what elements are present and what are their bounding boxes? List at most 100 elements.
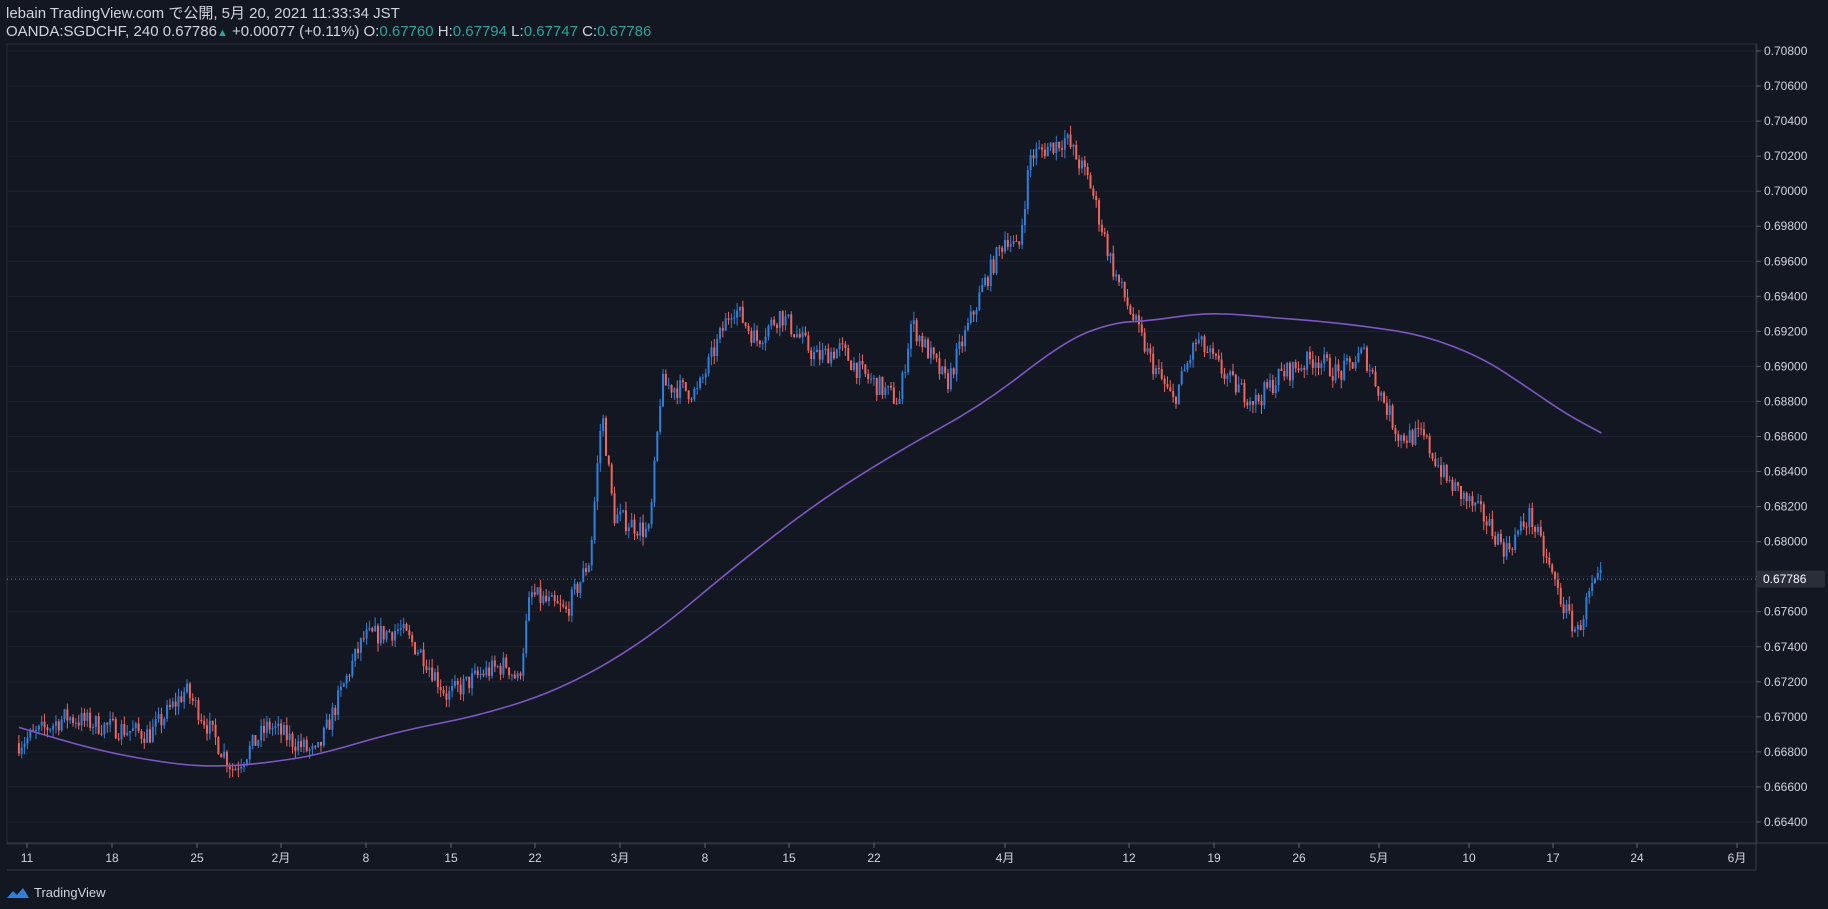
candle-body xyxy=(736,310,739,318)
candle-body xyxy=(1009,243,1012,247)
candle-body xyxy=(1294,362,1297,369)
candle-body xyxy=(1383,392,1386,403)
candle-body xyxy=(1545,556,1548,558)
candle-body xyxy=(1220,359,1223,374)
footer-brand[interactable]: TradingView xyxy=(6,885,106,900)
candle-body xyxy=(1240,383,1243,385)
candle-body xyxy=(1288,363,1291,381)
candle-body xyxy=(1588,590,1591,598)
symbol-label[interactable]: OANDA:SGDCHF, 240 xyxy=(6,23,159,40)
candle-body xyxy=(408,630,411,636)
candle-body xyxy=(140,730,143,739)
candle-body xyxy=(1237,384,1240,393)
candle-body xyxy=(177,696,180,707)
candle-body xyxy=(1402,435,1405,441)
candle-body xyxy=(1157,367,1160,370)
candle-body xyxy=(949,368,952,390)
candle-body xyxy=(596,463,599,502)
candle-body xyxy=(374,625,377,632)
candle-body xyxy=(459,684,462,695)
x-tick-label: 3月 xyxy=(611,851,630,865)
candle-body xyxy=(508,667,511,676)
candle-body xyxy=(644,528,647,537)
y-tick-label: 0.67200 xyxy=(1764,675,1808,689)
candle-body xyxy=(1260,401,1263,406)
candle-body xyxy=(248,745,251,760)
x-tick-label: 22 xyxy=(528,851,542,865)
candle-body xyxy=(1109,253,1112,257)
candle-body xyxy=(268,721,271,730)
candle-body xyxy=(1531,507,1534,528)
candle-body xyxy=(485,667,488,676)
candle-body xyxy=(756,330,759,341)
candle-body xyxy=(710,347,713,358)
candle-body xyxy=(1477,501,1480,503)
candle-body xyxy=(1462,492,1465,500)
candle-body xyxy=(1573,629,1576,632)
price-axis[interactable]: 0.66400 0.66600 0.66800 0.67000 0.67200 0.674… xyxy=(1756,44,1808,829)
candle-body xyxy=(496,666,499,668)
candle-body xyxy=(570,589,573,616)
candle-body xyxy=(1277,368,1280,386)
candle-body xyxy=(385,631,388,640)
candle-body xyxy=(1451,479,1454,491)
candle-body xyxy=(610,464,613,494)
candle-body xyxy=(365,629,368,639)
candle-body xyxy=(1479,501,1482,505)
candle-body xyxy=(966,322,969,331)
candle-body xyxy=(146,729,149,743)
candle-body xyxy=(319,741,322,746)
candle-body xyxy=(613,493,616,524)
candle-body xyxy=(542,595,545,604)
candle-body xyxy=(97,716,100,734)
candle-body xyxy=(824,348,827,351)
candle-body xyxy=(1115,274,1118,277)
candle-body xyxy=(1459,485,1462,500)
current-price-tag-text: 0.67786 xyxy=(1763,572,1807,586)
candle-body xyxy=(693,388,696,400)
candle-body xyxy=(137,723,140,731)
candle-body xyxy=(1348,358,1351,363)
candle-body xyxy=(528,597,531,621)
candle-body xyxy=(505,657,508,668)
candle-body xyxy=(1075,144,1078,160)
x-tick-label: 19 xyxy=(1207,851,1221,865)
candle-body xyxy=(74,722,77,724)
candle-body xyxy=(433,672,436,681)
candle-body xyxy=(821,350,824,360)
candle-body xyxy=(1231,371,1234,375)
candle-body xyxy=(1283,370,1286,377)
candle-body xyxy=(1217,355,1220,360)
candle-body xyxy=(334,707,337,715)
price-chart[interactable]: 0.66400 0.66600 0.66800 0.67000 0.67200 0.674… xyxy=(0,0,1828,909)
open-label: O: xyxy=(363,23,380,40)
candle-body xyxy=(1457,482,1460,486)
candle-body xyxy=(946,373,949,390)
candle-body xyxy=(345,675,348,684)
candle-body xyxy=(34,729,37,731)
candle-body xyxy=(490,660,493,676)
candle-body xyxy=(197,700,200,720)
candle-body xyxy=(1155,367,1158,375)
candle-body xyxy=(371,628,374,632)
candle-body xyxy=(1425,435,1428,437)
candle-body xyxy=(576,583,579,594)
candle-body xyxy=(428,667,431,671)
candle-body xyxy=(1428,436,1431,454)
candle-body xyxy=(471,673,474,689)
grid xyxy=(7,50,1756,823)
candle-body xyxy=(878,376,881,396)
candle-body xyxy=(314,746,317,748)
candle-body xyxy=(499,666,502,675)
candle-body xyxy=(1249,401,1252,406)
candle-body xyxy=(251,735,254,746)
candle-body xyxy=(519,673,522,676)
candle-body xyxy=(482,673,485,676)
candle-body xyxy=(1209,348,1212,353)
candle-body xyxy=(701,377,704,379)
candle-body xyxy=(1266,382,1269,388)
candle-body xyxy=(1482,504,1485,522)
candle-body xyxy=(1565,604,1568,614)
time-axis[interactable]: 11 18 25 2月 8 15 22 3月 8 15 22 4月 12 19 26 5月 10 17 24 6月 xyxy=(21,843,1747,865)
candle-body xyxy=(43,721,46,728)
